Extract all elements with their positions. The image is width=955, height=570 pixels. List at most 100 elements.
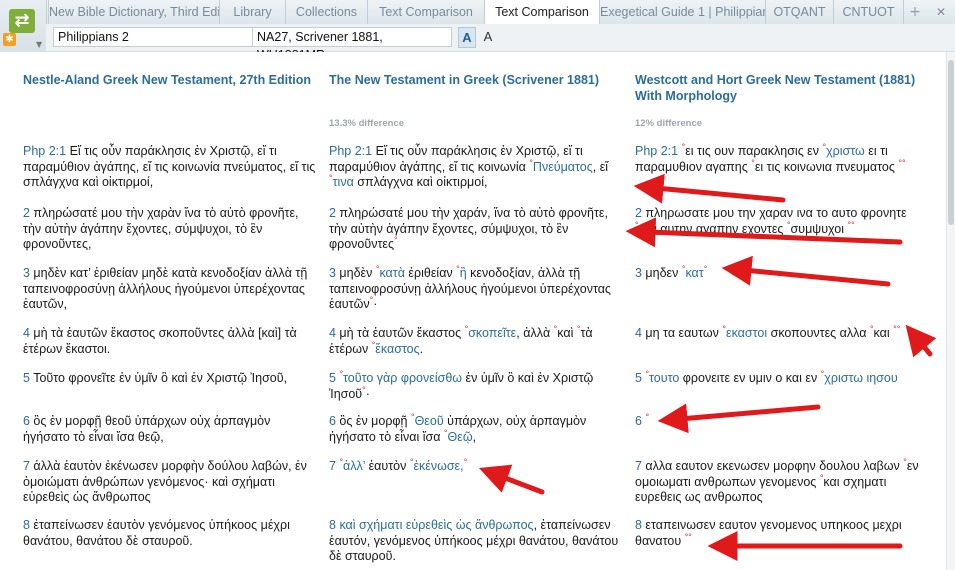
tab-new-bible-dictionary[interactable]: New Bible Dictionary, Third Edition xyxy=(48,0,219,24)
verse-number-link[interactable]: 7 xyxy=(635,459,642,473)
tab-cntuot[interactable]: CNTUOT xyxy=(833,0,903,24)
verse-text: ει τις κοινωνια πνευματος xyxy=(754,159,899,174)
verse-2: 2 πληρώσατέ μου τὴν χαράν, ἵνα τὸ αὐτὸ φ… xyxy=(329,206,625,253)
verse-number-link[interactable]: 4 xyxy=(635,326,642,340)
variant-word[interactable]: Πνεύματος xyxy=(533,160,593,174)
verse-text: ἑαυτὸν xyxy=(365,459,410,473)
tab-otqant[interactable]: OTQANT xyxy=(765,0,833,24)
format-a-button-active[interactable]: A xyxy=(458,27,476,48)
verse-8: 8 εταπεινωσεν εαυτον γενομενος υπηκοος μ… xyxy=(635,518,931,549)
verse-6: 6 ° xyxy=(635,412,931,430)
verse-number-link[interactable]: 2 xyxy=(23,206,30,220)
variant-marker[interactable]: °° xyxy=(847,219,854,229)
format-a-button[interactable]: A xyxy=(480,27,496,46)
column-title: Westcott and Hort Greek New Testament (1… xyxy=(635,73,916,103)
reference-input[interactable]: Philippians 2 xyxy=(53,27,253,47)
verse-number-link[interactable]: 4 xyxy=(329,326,336,340)
verse-number-link[interactable]: 5 xyxy=(23,371,30,385)
variant-word[interactable]: εκαστοι xyxy=(726,326,767,340)
verse-number-link[interactable]: Php 2:1 xyxy=(635,144,678,158)
verse-3: 3 μηδεν °κατ° xyxy=(635,264,931,282)
tab-exegetical-guide[interactable]: Exegetical Guide 1 | Philippians 2 xyxy=(599,0,765,24)
app-menu-button[interactable]: ⇄ ✱ ▼ xyxy=(0,0,47,52)
arrow-4 xyxy=(905,324,937,358)
variant-word[interactable]: ἕκαστος xyxy=(375,342,419,356)
verse-number-link[interactable]: 3 xyxy=(635,266,642,280)
verse-text: ἐριθείαν xyxy=(404,266,457,280)
scrollbar-thumb[interactable] xyxy=(948,60,954,225)
verse-text: εταπεινωσεν εαυτον γενομενος υπηκοος μεχ… xyxy=(635,518,902,548)
verse-text: ὃς ἐν μορφῇ θεοῦ ὑπάρχων οὐχ ἁρπαγμὸν ἡγ… xyxy=(23,414,271,444)
variant-marker[interactable]: ° xyxy=(464,457,468,467)
verse-3: 3 μηδὲν κατ’ ἐριθείαν μηδὲ κατὰ κενοδοξί… xyxy=(23,266,319,313)
tab-text-comparison-active[interactable]: Text Comparison xyxy=(484,0,599,25)
verse-number-link[interactable]: 5 xyxy=(635,371,642,385)
verse-number-link[interactable]: 3 xyxy=(329,266,336,280)
variant-marker[interactable]: °° xyxy=(893,324,900,334)
verse-number-link[interactable]: Php 2:1 xyxy=(329,144,372,158)
verse-6: 6 ὃς ἐν μορφῇ θεοῦ ὑπάρχων οὐχ ἁρπαγμὸν … xyxy=(23,414,319,445)
verse-text: πληρώσατέ μου τὴν χαρὰν ἵνα τὸ αὐτὸ φρον… xyxy=(23,206,299,251)
verse-text: φρονειτε εν υμιν ο και εν xyxy=(679,371,821,385)
verse-number-link[interactable]: 6 xyxy=(23,414,30,428)
verse-text: συμψυχοι xyxy=(790,221,848,236)
verse-7: 7 °ἀλλ’ ἑαυτὸν °ἐκένωσε,° xyxy=(329,457,625,475)
close-tab-icon[interactable]: ✕ xyxy=(927,0,955,24)
verse-text: , ἀλλὰ xyxy=(516,326,554,340)
comparison-pane: Nestle-Aland Greek New Testament, 27th E… xyxy=(0,52,946,570)
verse-number-link[interactable]: 7 xyxy=(329,459,336,473)
verse-text: μηδεν xyxy=(641,266,682,280)
variant-marker[interactable]: °° xyxy=(685,531,692,541)
verse-text: αλλα εαυτον εκενωσεν μορφην δουλου λαβων xyxy=(641,459,904,473)
variant-marker[interactable]: ° xyxy=(645,412,649,422)
verse-number-link[interactable]: Php 2:1 xyxy=(23,144,66,158)
verse-number-link[interactable]: 5 xyxy=(329,371,336,385)
variant-word[interactable]: Θεοῦ xyxy=(415,414,444,428)
add-tab-button[interactable]: + xyxy=(903,0,926,24)
editions-input[interactable]: NA27, Scrivener 1881, WH1881MR xyxy=(252,27,452,62)
verse-text: ἐταπείνωσεν ἑαυτὸν γενόμενος ὑπήκοος μέχ… xyxy=(23,518,290,548)
variant-word[interactable]: ἐκένωσε, xyxy=(413,459,463,473)
verse-text: την αυτην αγαπην εχοντες xyxy=(638,221,787,236)
verse-1: Php 2:1 Εἴ τις οὖν παράκλησις ἐν Χριστῷ,… xyxy=(329,144,625,191)
verse-text: , εἴ xyxy=(592,159,609,174)
verse-number-link[interactable]: 7 xyxy=(23,459,30,473)
variant-word[interactable]: τινα xyxy=(333,175,354,189)
variant-word[interactable]: κατ xyxy=(685,266,703,280)
variant-word[interactable]: τουτο xyxy=(649,371,679,385)
variant-marker[interactable]: ° xyxy=(394,235,398,245)
verse-number-link[interactable]: 3 xyxy=(23,266,30,280)
verse-1: Php 2:1 °ει τις ουν παρακλησις εν °χριστ… xyxy=(635,142,931,175)
tab-bar: New Bible Dictionary, Third Edition Libr… xyxy=(0,0,955,25)
variant-word[interactable]: τοῦτο γὰρ φρονείσθω xyxy=(343,371,462,385)
star-badge-icon: ✱ xyxy=(3,33,16,46)
verse-text: σκοπουντες αλλα xyxy=(767,326,870,340)
variant-word[interactable]: κατὰ xyxy=(379,266,405,280)
verse-6: 6 ὃς ἐν μορφῇ °Θεοῦ ὑπάρχων, οὐχ ἁρπαγμὸ… xyxy=(329,412,625,445)
tab-text-comparison-1[interactable]: Text Comparison xyxy=(367,0,484,24)
vertical-scrollbar[interactable] xyxy=(946,52,955,570)
verse-text: ἀλλὰ ἑαυτὸν ἐκένωσεν μορφὴν δούλου λαβών… xyxy=(23,459,307,504)
verse-number-link[interactable]: 6 xyxy=(635,414,642,428)
variant-word[interactable]: Θεῷ xyxy=(448,430,473,444)
chevron-down-icon[interactable]: ▼ xyxy=(36,40,42,49)
variant-marker[interactable]: ° xyxy=(704,264,708,274)
verse-number-link[interactable]: 8 xyxy=(23,518,30,532)
tab-collections[interactable]: Collections xyxy=(285,0,367,24)
variant-word[interactable]: σκοπεῖτε xyxy=(468,326,516,340)
verse-number-link[interactable]: 2 xyxy=(635,206,642,220)
verse-number-link[interactable]: 8 xyxy=(329,518,336,532)
verse-number-link[interactable]: 6 xyxy=(329,414,336,428)
verse-text: Εἴ τις οὖν παράκλησις ἐν Χριστῷ, εἴ τι π… xyxy=(23,144,316,189)
verse-number-link[interactable]: 2 xyxy=(329,206,336,220)
variant-word[interactable]: ἀλλ’ xyxy=(343,459,365,473)
variant-word[interactable]: καὶ σχήματι εὑρεθεὶς ὡς ἄνθρωπος xyxy=(339,518,533,532)
variant-word[interactable]: χριστω xyxy=(826,144,865,158)
verse-number-link[interactable]: 4 xyxy=(23,326,30,340)
variant-word[interactable]: ἢ xyxy=(460,266,467,280)
verse-4: 4 μὴ τὰ ἑαυτῶν ἕκαστος °σκοπεῖτε, ἀλλὰ °… xyxy=(329,324,625,357)
tab-library[interactable]: Library xyxy=(219,0,285,24)
variant-marker[interactable]: °° xyxy=(898,157,905,167)
verse-number-link[interactable]: 8 xyxy=(635,518,642,532)
variant-word[interactable]: χριστω ιησου xyxy=(824,371,897,385)
